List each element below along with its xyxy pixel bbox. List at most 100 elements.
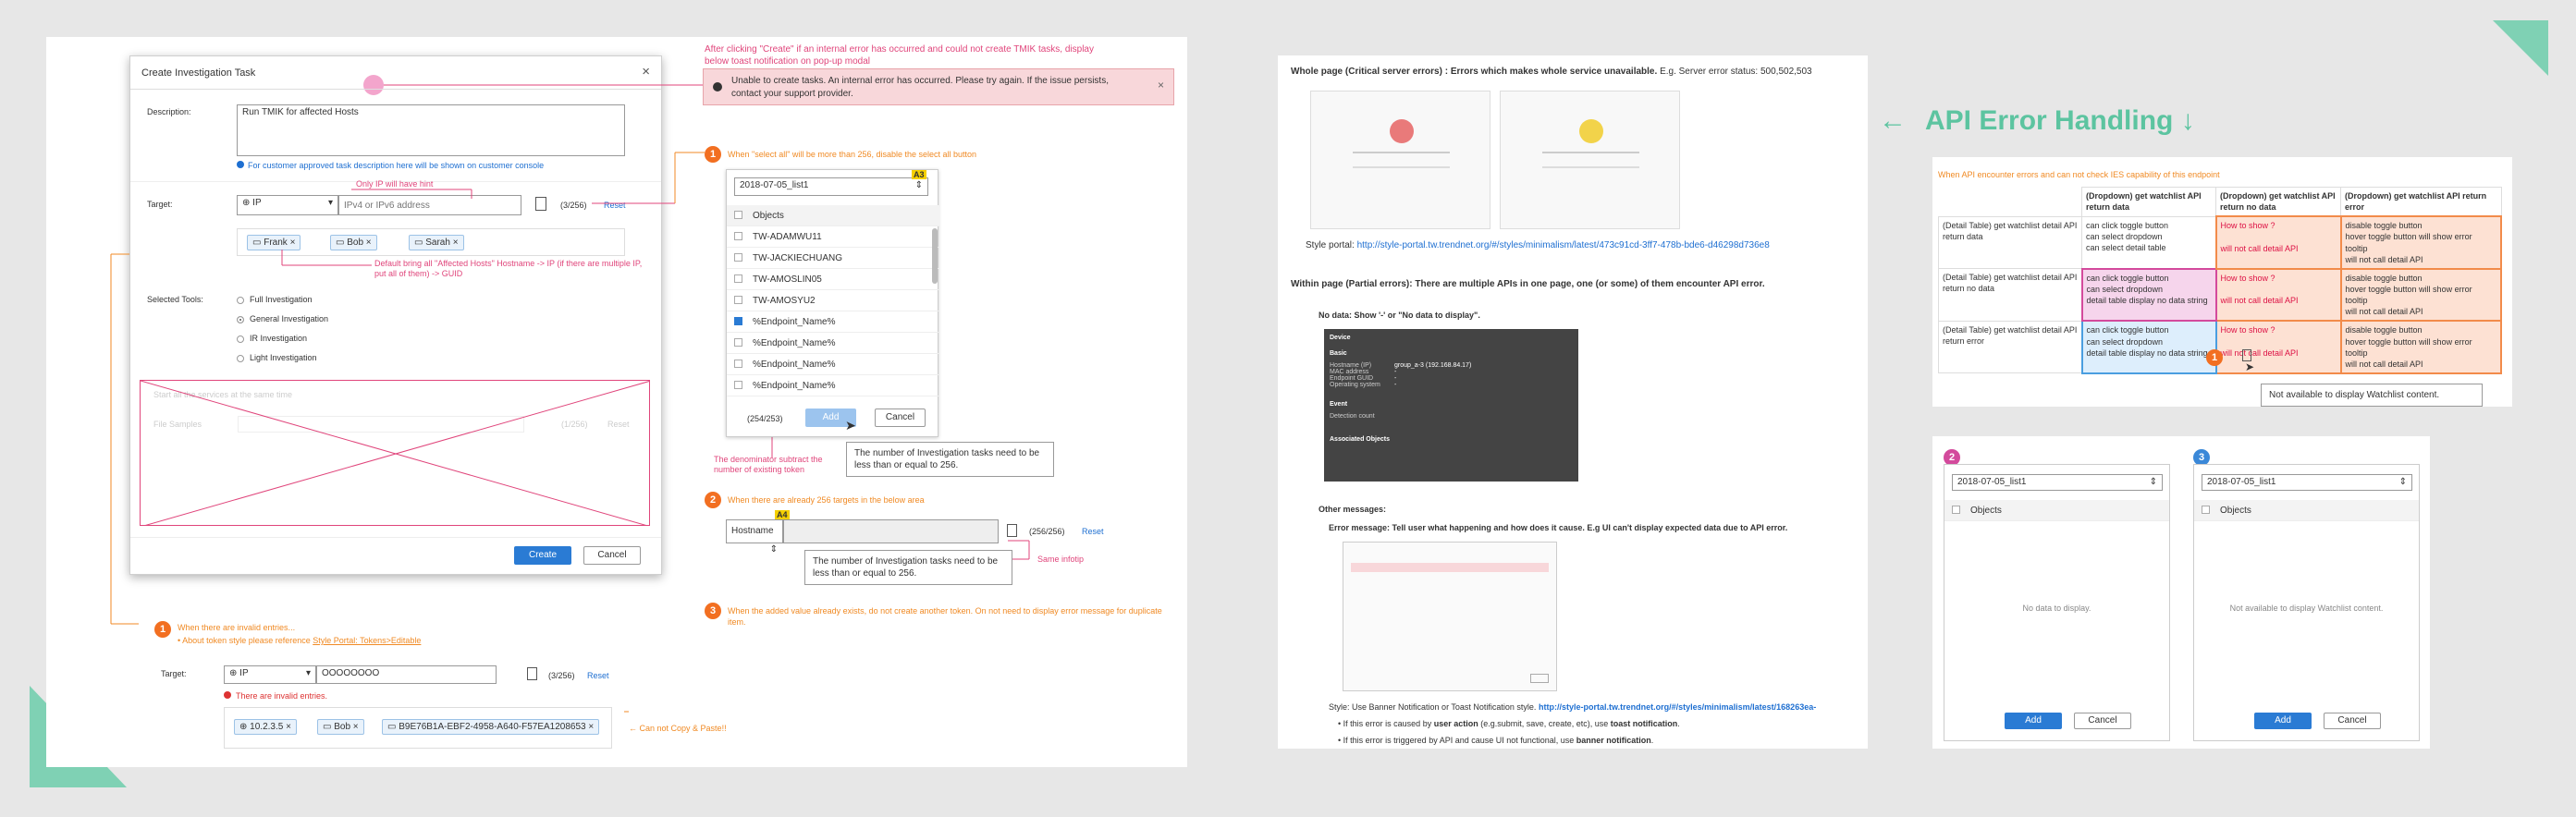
corner-triangle-decoration xyxy=(2493,20,2548,76)
scrollbar[interactable] xyxy=(932,228,938,284)
token-chip[interactable]: ▭ B9E76B1A-EBF2-4958-A640-F57EA1208653 × xyxy=(382,719,600,735)
list-item[interactable]: TW-ADAMWU11 xyxy=(727,226,939,248)
cancel-button[interactable]: Cancel xyxy=(2324,713,2381,729)
list-item[interactable]: TW-AMOSLIN05 xyxy=(727,269,939,290)
checkbox[interactable] xyxy=(734,253,742,262)
radio[interactable] xyxy=(237,354,244,362)
checkbox[interactable] xyxy=(734,274,742,283)
target-input[interactable] xyxy=(338,195,521,215)
target-type-select[interactable]: ⊕ IP ▾ xyxy=(237,195,338,215)
select-all-checkbox[interactable] xyxy=(1952,506,1960,514)
reset-link[interactable]: Reset xyxy=(587,671,609,680)
chip-label: Frank xyxy=(264,238,288,248)
item-label: TW-JACKIECHUANG xyxy=(753,253,843,263)
cancel-button[interactable]: Cancel xyxy=(875,408,926,427)
list-item[interactable]: TW-JACKIECHUANG xyxy=(727,248,939,269)
description-field[interactable]: Run TMIK for affected Hosts xyxy=(237,104,625,156)
token-chip[interactable]: ▭ Frank × xyxy=(247,235,301,250)
error-matrix-table: (Dropdown) get watchlist API return data… xyxy=(1938,187,2502,374)
style-portal-link[interactable]: http://style-portal.tw.trendnet.org/#/st… xyxy=(1357,240,1770,250)
placeholder-text-lines xyxy=(1353,152,1450,168)
item1-title: Whole page (Critical server errors) : Er… xyxy=(1291,67,1658,77)
item2a: No data: Show '-' or "No data to display… xyxy=(1319,311,1480,320)
checkbox[interactable] xyxy=(734,338,742,347)
checkbox[interactable] xyxy=(734,381,742,389)
note1-title: When "select all" will be more than 256,… xyxy=(728,150,977,159)
create-button[interactable]: Create xyxy=(514,546,571,565)
select-all-checkbox[interactable] xyxy=(2202,506,2210,514)
item-label: %Endpoint_Name% xyxy=(753,317,836,327)
note4-line2: • About token style please reference Sty… xyxy=(178,636,421,645)
list-item[interactable]: %Endpoint_Name% xyxy=(727,311,939,333)
list-select[interactable]: 2018-07-05_list1 ⇕ xyxy=(734,177,928,196)
chevron-down-icon: ⇕ xyxy=(769,544,778,555)
step-badge: 1 xyxy=(2206,349,2223,366)
computer-icon: ▭ xyxy=(323,722,335,732)
style-line-prefix: Style: Use Banner Notification or Toast … xyxy=(1329,702,1537,712)
list-select[interactable]: 2018-07-05_list1 ⇕ xyxy=(2202,474,2412,491)
cancel-button[interactable]: Cancel xyxy=(2074,713,2131,729)
watchlist-icon[interactable] xyxy=(1007,524,1017,537)
style-portal-link[interactable]: Style Portal: Tokens>Editable xyxy=(313,636,421,645)
list-item[interactable]: TW-AMOSYU2 xyxy=(727,290,939,311)
watchlist-icon[interactable] xyxy=(527,667,537,680)
note4-line1: When there are invalid entries... xyxy=(178,623,296,632)
tool-option[interactable]: Full Investigation xyxy=(237,295,313,304)
close-icon[interactable]: × xyxy=(1158,79,1164,91)
field-row: Endpoint GUID - xyxy=(1330,375,1573,382)
tool-option[interactable]: Light Investigation xyxy=(237,353,317,362)
radio[interactable] xyxy=(237,315,244,323)
chip-label: Bob xyxy=(347,238,364,248)
hint-only-ip: Only IP will have hint xyxy=(356,179,434,189)
token-chip[interactable]: ▭ Bob × xyxy=(330,235,377,250)
reset-link[interactable]: Reset xyxy=(604,201,626,210)
reset-link[interactable]: Reset xyxy=(1082,527,1104,536)
close-icon[interactable]: × xyxy=(642,64,650,79)
list-item[interactable]: %Endpoint_Name% xyxy=(727,333,939,354)
tool-label: General Investigation xyxy=(250,314,329,323)
tool-label: IR Investigation xyxy=(250,334,308,343)
item-label: %Endpoint_Name% xyxy=(753,338,836,348)
device-title: Device xyxy=(1330,335,1351,341)
copy-note-text: Can not Copy & Paste!! xyxy=(639,724,727,733)
add-button[interactable]: Add xyxy=(2005,713,2062,729)
list-item[interactable]: %Endpoint_Name% xyxy=(727,354,939,375)
list-header: Objects xyxy=(727,205,939,226)
token-chip[interactable]: ▭ Bob × xyxy=(317,719,364,735)
list-item[interactable]: %Endpoint_Name% xyxy=(727,375,939,396)
hint-default: Default bring all "Affected Hosts" Hostn… xyxy=(374,259,643,279)
radio[interactable] xyxy=(237,335,244,343)
radio[interactable] xyxy=(237,296,244,304)
add-button[interactable]: Add xyxy=(2254,713,2312,729)
target-type-select[interactable]: Hostname ⇕ xyxy=(726,519,783,555)
item-label: %Endpoint_Name% xyxy=(753,360,836,370)
style-line-link[interactable]: http://style-portal.tw.trendnet.org/#/st… xyxy=(1539,702,1816,712)
watchlist-icon[interactable] xyxy=(535,197,546,211)
description-note: For customer approved task description h… xyxy=(237,161,544,170)
checkbox[interactable] xyxy=(734,296,742,304)
tool-option[interactable]: General Investigation xyxy=(237,314,328,323)
checkbox[interactable] xyxy=(734,232,742,240)
field-label: MAC address xyxy=(1330,369,1369,375)
token-chip[interactable]: ▭ Sarah × xyxy=(409,235,464,250)
tool-option[interactable]: IR Investigation xyxy=(237,334,307,343)
target-type-select[interactable]: ⊕ IP ▾ xyxy=(224,665,316,684)
checkbox[interactable] xyxy=(734,360,742,368)
select-all-checkbox[interactable] xyxy=(734,211,742,219)
checkbox-checked[interactable] xyxy=(734,317,742,325)
step-badge: 1 xyxy=(154,621,171,638)
token-chip[interactable]: ⊕ 10.2.3.5 × xyxy=(234,719,297,735)
note3-text: When the added value already exists, do … xyxy=(728,606,1162,627)
target-input[interactable]: OOOOOOOO xyxy=(316,665,497,684)
list-header: Objects xyxy=(1944,500,2169,521)
target-count: (3/256) xyxy=(548,671,575,680)
target-input[interactable] xyxy=(783,519,999,543)
screenshot-thumb xyxy=(1500,91,1680,229)
field-row: Hostname (IP) group_a-3 (192.168.84.17) xyxy=(1330,362,1573,369)
computer-icon: ▭ xyxy=(336,238,348,248)
list-select[interactable]: 2018-07-05_list1 ⇕ xyxy=(1952,474,2163,491)
watchlist-dropdown-panel: 2018-07-05_list1 ⇕ A3 Objects TW-ADAMWU11… xyxy=(726,169,939,437)
row-label: (Detail Table) get watchlist detail API … xyxy=(1938,268,2082,322)
cancel-button[interactable]: Cancel xyxy=(583,546,641,565)
limit-tooltip: The number of Investigation tasks need t… xyxy=(804,550,1012,585)
